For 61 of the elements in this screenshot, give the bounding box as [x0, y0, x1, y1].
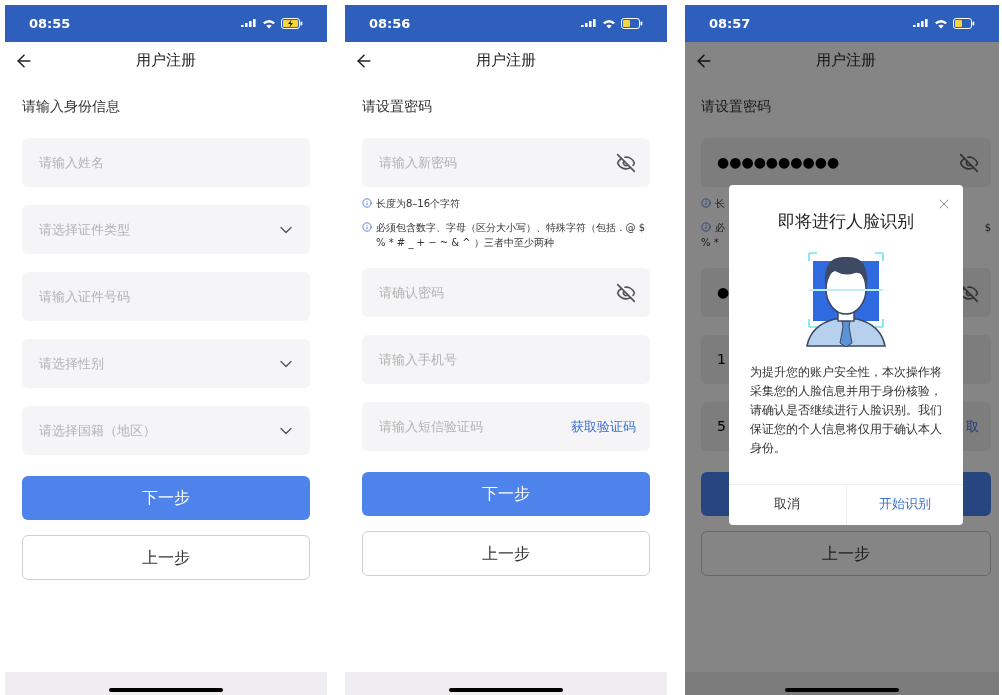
status-time: 08:55	[29, 14, 71, 33]
eye-off-icon[interactable]	[616, 152, 636, 173]
section-title: 请输入身份信息	[22, 97, 121, 116]
back-button[interactable]: 上一步	[22, 535, 310, 581]
input-field[interactable]: 请选择国籍（地区）	[22, 406, 310, 456]
status-time: 08:57	[709, 14, 751, 33]
field-value: ●	[717, 283, 730, 303]
back-button[interactable]: 上一步	[701, 531, 991, 577]
start-recognition-button[interactable]: 开始识别	[845, 484, 963, 525]
input-field[interactable]: 请输入姓名	[22, 138, 310, 188]
input-field[interactable]: 请输入短信验证码 获取验证码	[362, 402, 650, 452]
page-title: 用户注册	[476, 51, 536, 71]
get-code-link[interactable]: 获取验证码	[571, 417, 636, 437]
field-value: 1	[717, 350, 726, 370]
signal-icon	[241, 19, 257, 28]
field-placeholder: 请输入手机号	[379, 351, 457, 369]
input-field[interactable]: ●●●●●●●●●●	[701, 138, 991, 188]
field-placeholder: 请输入姓名	[39, 154, 104, 172]
input-field[interactable]: 请确认密码	[362, 268, 650, 318]
info-icon	[701, 198, 711, 209]
hint-text: 必	[715, 221, 725, 236]
input-field[interactable]: 请输入新密码	[362, 138, 650, 188]
section-title: 请设置密码	[701, 97, 772, 116]
field-placeholder: 请选择性别	[39, 355, 104, 373]
hint-text: 长	[715, 197, 725, 212]
page-title: 用户注册	[816, 51, 876, 71]
info-icon	[362, 222, 372, 233]
input-field[interactable]: 请输入手机号	[362, 335, 650, 385]
page-title: 用户注册	[136, 51, 196, 71]
input-field[interactable]: 请输入证件号码	[22, 272, 310, 322]
hint-text: 必须包含数字、字母（区分大小写）、特殊字符（包括 . @ $ % * # _ + − ~ & ^ ）三者中至少两种	[376, 221, 647, 251]
dialog-message: 为提升您的账户安全性，本次操作将采集您的人脸信息并用于身份核验，请确认是否继续进行人脸识别。我们保证您的个人信息将仅用于确认本人身份。	[749, 363, 943, 457]
dialog-title: 即将进行人脸识别	[777, 210, 915, 233]
field-placeholder: 请输入新密码	[379, 154, 457, 172]
signal-icon	[913, 19, 929, 28]
field-value: 5	[717, 417, 726, 437]
get-code-link[interactable]: 取	[966, 417, 979, 437]
cancel-button[interactable]: 取消	[729, 484, 846, 525]
field-placeholder: 请选择证件类型	[39, 221, 130, 239]
hint-text: 长度为8–16个字符	[376, 197, 461, 212]
input-field[interactable]: 请选择证件类型	[22, 205, 310, 255]
field-placeholder: 请输入短信验证码	[379, 418, 483, 436]
info-icon	[362, 198, 372, 209]
field-placeholder: 请确认密码	[379, 284, 444, 302]
wifi-icon	[602, 18, 616, 29]
input-field[interactable]: 请选择性别	[22, 339, 310, 389]
info-icon	[701, 222, 711, 233]
eye-off-icon[interactable]	[616, 282, 636, 303]
signal-icon	[581, 19, 597, 28]
field-value: ●●●●●●●●●●	[717, 153, 840, 173]
wifi-icon	[934, 18, 948, 29]
wifi-icon	[262, 18, 276, 29]
hint-text: $	[984, 221, 991, 236]
field-placeholder: 请选择国籍（地区）	[39, 422, 156, 440]
next-button[interactable]: 下一步	[362, 472, 650, 517]
section-title: 请设置密码	[362, 97, 433, 116]
back-button[interactable]: 上一步	[362, 531, 650, 577]
status-time: 08:56	[369, 14, 411, 33]
next-button[interactable]: 下一步	[22, 476, 310, 521]
field-placeholder: 请输入证件号码	[39, 288, 130, 306]
hint-text: % *	[701, 236, 720, 251]
